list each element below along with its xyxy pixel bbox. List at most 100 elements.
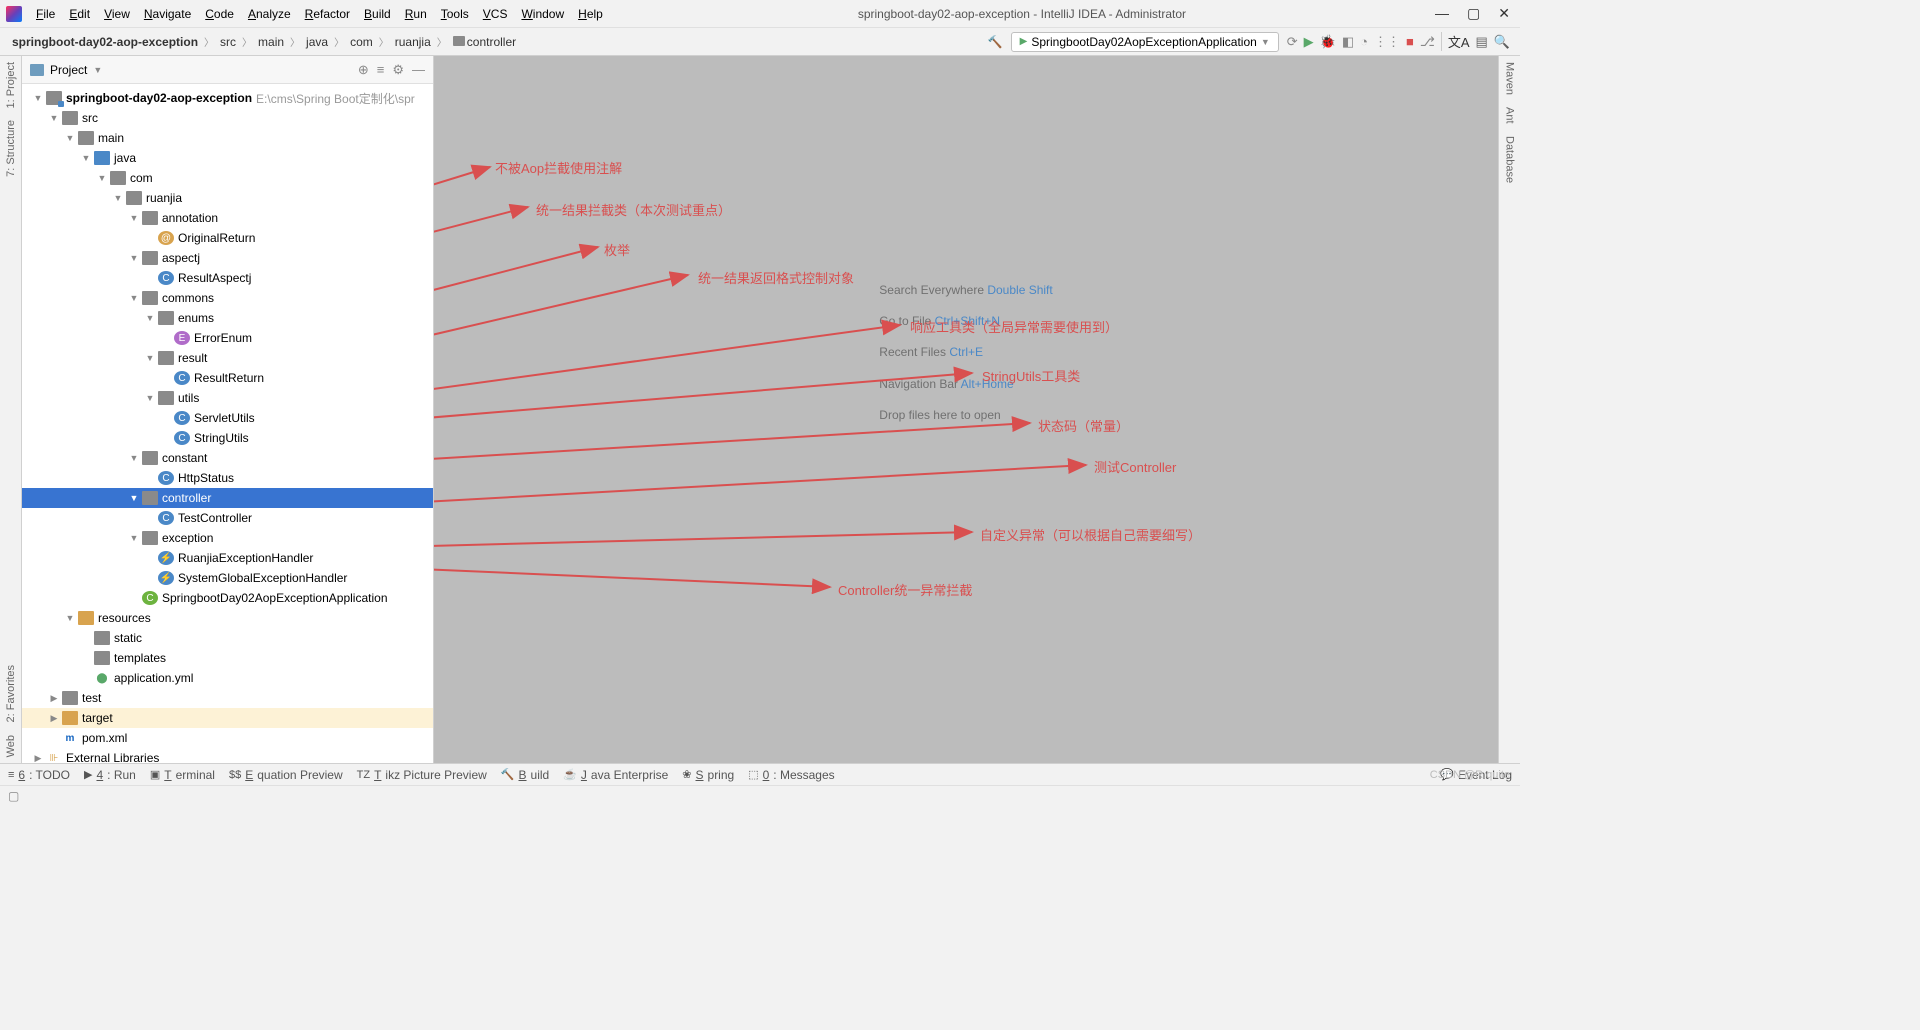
main-menu[interactable]: FileEditViewNavigateCodeAnalyzeRefactorB… [30,5,609,23]
tree-node-errorenum[interactable]: EErrorEnum [22,328,433,348]
tree-node-commons[interactable]: commons [22,288,433,308]
close-button[interactable]: ✕ [1498,5,1510,22]
tree-node-stringutils[interactable]: CStringUtils [22,428,433,448]
select-opened-icon[interactable]: ⊕ [358,62,369,78]
tree-node-springbootday02aopexceptionapplication[interactable]: CSpringbootDay02AopExceptionApplication [22,588,433,608]
coverage-icon[interactable]: ◧ [1342,34,1354,50]
tree-node-test[interactable]: test [22,688,433,708]
status-item-4run[interactable]: ▶4: Run [84,768,136,782]
tree-arrow[interactable] [46,713,62,724]
menu-item-code[interactable]: Code [199,5,240,23]
profile-icon[interactable]: ◔ [1360,34,1368,49]
tree-node-constant[interactable]: constant [22,448,433,468]
crumb-1[interactable]: src [218,35,238,49]
tree-node-templates[interactable]: templates [22,648,433,668]
reload-icon[interactable]: ⟳ [1287,34,1298,50]
gutter-ant[interactable]: Ant [1502,101,1518,130]
tree-arrow[interactable] [46,693,62,704]
gutter-project[interactable]: 1: Project [3,56,19,114]
tree-node-pom-xml[interactable]: mpom.xml [22,728,433,748]
stop-icon[interactable]: ■ [1406,34,1414,49]
tree-node-ruanjia[interactable]: ruanjia [22,188,433,208]
tree-node-resources[interactable]: resources [22,608,433,628]
gutter-database[interactable]: Database [1502,130,1518,189]
status-item-spring[interactable]: ❀Spring [682,768,734,782]
chevron-down-icon[interactable]: ▼ [93,65,102,75]
status-item-javaenterprise[interactable]: ☕Java Enterprise [563,768,668,782]
status-icon[interactable]: ▢ [8,789,19,803]
tree-arrow[interactable] [30,93,46,103]
menu-item-help[interactable]: Help [572,5,609,23]
tree-arrow[interactable] [142,353,158,363]
tree-node-application-yml[interactable]: ⬤application.yml [22,668,433,688]
menu-item-tools[interactable]: Tools [435,5,475,23]
tree-node-controller[interactable]: controller [22,488,433,508]
tree-arrow[interactable] [30,753,46,764]
tree-node-servletutils[interactable]: CServletUtils [22,408,433,428]
gutter-favorites[interactable]: 2: Favorites [3,659,19,728]
tree-node-static[interactable]: static [22,628,433,648]
tree-arrow[interactable] [126,493,142,503]
gutter-web[interactable]: Web [3,729,19,763]
status-item-tikzpicturepreview[interactable]: TZTikz Picture Preview [357,768,487,782]
tree-arrow[interactable] [142,313,158,323]
tree-arrow[interactable] [142,393,158,403]
tree-node-enums[interactable]: enums [22,308,433,328]
menu-item-view[interactable]: View [98,5,136,23]
debug-icon[interactable]: 🐞 [1320,34,1336,50]
run-config-selector[interactable]: ▶ SpringbootDay02AopExceptionApplication… [1011,32,1279,52]
collapse-panel-icon[interactable]: — [412,62,425,78]
crumb-4[interactable]: com [348,35,375,49]
menu-item-edit[interactable]: Edit [63,5,96,23]
tree-node-originalreturn[interactable]: @OriginalReturn [22,228,433,248]
menu-item-navigate[interactable]: Navigate [138,5,197,23]
tree-node-resultreturn[interactable]: CResultReturn [22,368,433,388]
tree-arrow[interactable] [126,293,142,303]
menu-item-file[interactable]: File [30,5,61,23]
status-item-0messages[interactable]: ⬚0: Messages [748,768,834,782]
status-item-equationpreview[interactable]: $$Equation Preview [229,768,343,782]
menu-item-window[interactable]: Window [515,5,570,23]
tree-node-testcontroller[interactable]: CTestController [22,508,433,528]
crumb-0[interactable]: springboot-day02-aop-exception [10,35,200,49]
tree-node-java[interactable]: java [22,148,433,168]
tree-node-httpstatus[interactable]: CHttpStatus [22,468,433,488]
tree-arrow[interactable] [126,453,142,463]
tree-node-utils[interactable]: utils [22,388,433,408]
status-item-6todo[interactable]: ≡6: TODO [8,768,70,782]
tree-arrow[interactable] [126,253,142,263]
tree-node-springboot-day02-aop-exception[interactable]: springboot-day02-aop-exceptionE:\cms\Spr… [22,88,433,108]
run-icon[interactable]: ▶ [1304,34,1314,50]
gutter-maven[interactable]: Maven [1502,56,1518,101]
concurrency-icon[interactable]: ⋮⋮ [1374,34,1400,50]
menu-item-vcs[interactable]: VCS [477,5,514,23]
gutter-structure[interactable]: 7: Structure [3,114,19,183]
status-item-terminal[interactable]: ▣Terminal [150,768,215,782]
crumb-3[interactable]: java [304,35,330,49]
tree-node-systemglobalexceptionhandler[interactable]: ⚡SystemGlobalExceptionHandler [22,568,433,588]
tree-node-annotation[interactable]: annotation [22,208,433,228]
gear-icon[interactable]: ⚙ [392,62,404,78]
tree-arrow[interactable] [110,193,126,203]
tree-arrow[interactable] [126,213,142,223]
tree-arrow[interactable] [78,153,94,163]
menu-item-run[interactable]: Run [399,5,433,23]
translate-icon[interactable]: 文A [1441,32,1470,51]
crumb-5[interactable]: ruanjia [393,35,433,49]
tree-node-result[interactable]: result [22,348,433,368]
git-icon[interactable]: ⎇ [1420,34,1435,50]
project-tree[interactable]: springboot-day02-aop-exceptionE:\cms\Spr… [22,84,433,763]
tree-arrow[interactable] [46,113,62,123]
tree-arrow[interactable] [62,613,78,623]
search-icon[interactable]: 🔍 [1494,34,1510,50]
tree-node-resultaspectj[interactable]: CResultAspectj [22,268,433,288]
menu-item-build[interactable]: Build [358,5,397,23]
tree-node-exception[interactable]: exception [22,528,433,548]
minimize-button[interactable]: — [1435,5,1449,22]
tree-node-com[interactable]: com [22,168,433,188]
crumb-2[interactable]: main [256,35,286,49]
expand-all-icon[interactable]: ≡ [377,62,385,78]
menu-item-refactor[interactable]: Refactor [299,5,356,23]
menu-item-analyze[interactable]: Analyze [242,5,297,23]
build-icon[interactable]: 🔨 [988,35,1003,49]
